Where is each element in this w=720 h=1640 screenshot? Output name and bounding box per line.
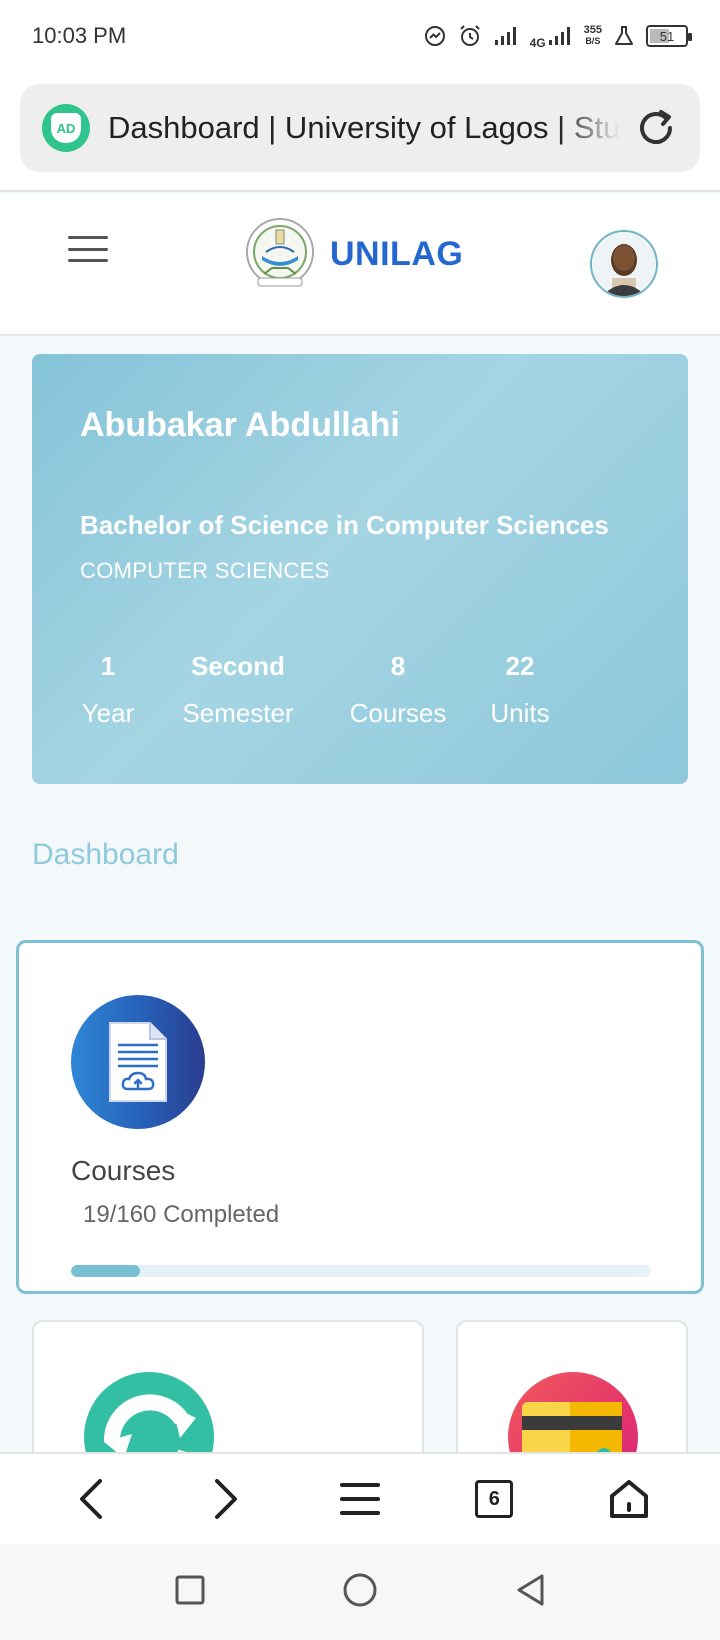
- browser-menu-button[interactable]: [328, 1467, 392, 1531]
- document-upload-icon: [71, 995, 205, 1129]
- home-icon: [609, 1480, 648, 1518]
- academic-stats: 1 Year Second Semester 8 Courses 22 Unit…: [80, 650, 560, 729]
- tabs-button[interactable]: 6: [462, 1467, 526, 1531]
- status-icons: 4G 355 B/S 51: [424, 22, 692, 50]
- courses-progress-fill: [71, 1265, 141, 1277]
- back-icon: [80, 1479, 103, 1519]
- tabs-icon: 6: [475, 1480, 514, 1518]
- student-profile-card: Abubakar Abdullahi Bachelor of Science i…: [32, 354, 688, 784]
- menu-icon: [339, 1483, 380, 1515]
- status-time: 10:03 PM: [32, 23, 127, 48]
- brand-name: UNILAG: [330, 234, 464, 273]
- section-title-dashboard: Dashboard: [32, 838, 179, 871]
- home-circle-icon: [343, 1573, 377, 1606]
- alarm-icon: [458, 24, 482, 48]
- hamburger-line: [68, 236, 108, 239]
- courses-card-title: Courses: [71, 1155, 176, 1186]
- hamburger-line: [68, 247, 108, 251]
- user-photo-icon: [592, 232, 656, 296]
- stat-units: 22 Units: [480, 650, 560, 729]
- forward-button[interactable]: [194, 1467, 258, 1531]
- program-name: Bachelor of Science in Computer Sciences: [80, 510, 609, 540]
- credit-card-icon: [508, 1372, 638, 1458]
- home-button[interactable]: [597, 1467, 661, 1531]
- stat-value: 22: [505, 651, 535, 681]
- forward-icon: [214, 1479, 237, 1519]
- signal-icon: [494, 26, 518, 46]
- menu-button[interactable]: [68, 232, 108, 266]
- battery-level: 51: [659, 28, 675, 44]
- hamburger-line: [68, 259, 108, 262]
- stat-year: 1 Year: [80, 650, 136, 729]
- stat-courses: 8 Courses: [338, 650, 458, 729]
- stat-label: Semester: [182, 698, 294, 728]
- courses-completed-text: 19/160 Completed: [83, 1201, 280, 1228]
- courses-progress-bar: [71, 1265, 651, 1277]
- adblock-label: AD: [51, 113, 81, 143]
- stat-value: 8: [390, 651, 406, 681]
- back-button[interactable]: [59, 1467, 123, 1531]
- status-bar: 10:03 PM 4G 355 B/S 51: [0, 0, 720, 72]
- registration-card[interactable]: [32, 1320, 424, 1460]
- battery-icon: 51: [646, 25, 692, 47]
- courses-card[interactable]: Courses 19/160 Completed: [16, 940, 704, 1294]
- reload-icon: [640, 110, 672, 144]
- stat-label: Year: [81, 698, 135, 728]
- speed-value: 355: [583, 24, 602, 36]
- student-name: Abubakar Abdullahi: [80, 406, 400, 444]
- messenger-icon: [424, 25, 446, 47]
- page-title[interactable]: Dashboard | University of Lagos | Studen…: [108, 110, 620, 146]
- stat-label: Courses: [349, 698, 447, 728]
- system-back-button[interactable]: [514, 1572, 546, 1613]
- stat-semester: Second Semester: [158, 650, 318, 729]
- network-type-label: 4G: [529, 36, 546, 50]
- unilag-logo-icon: [246, 218, 314, 287]
- system-navigation-bar: [0, 1544, 720, 1640]
- stat-value: 1: [100, 651, 116, 681]
- back-triangle-icon: [517, 1574, 544, 1605]
- system-home-button[interactable]: [342, 1572, 378, 1613]
- adblock-shield-icon[interactable]: AD: [42, 104, 90, 152]
- recent-apps-button[interactable]: [174, 1574, 206, 1611]
- recent-apps-icon: [175, 1575, 205, 1604]
- network-speed: 355 B/S: [584, 25, 602, 47]
- lab-flask-icon: [614, 25, 634, 47]
- stat-value: Second: [191, 651, 285, 681]
- browser-address-bar: AD Dashboard | University of Lagos | Stu…: [0, 72, 720, 192]
- sync-refresh-icon: [84, 1372, 214, 1458]
- brand-link[interactable]: UNILAG: [244, 216, 463, 292]
- signal-icon: [548, 26, 572, 46]
- department-name: COMPUTER SCIENCES: [80, 558, 330, 583]
- stat-label: Units: [490, 698, 550, 728]
- payments-card[interactable]: [456, 1320, 688, 1460]
- browser-bottom-nav: 6: [0, 1452, 720, 1544]
- avatar[interactable]: [590, 230, 658, 298]
- address-pill[interactable]: AD Dashboard | University of Lagos | Stu…: [20, 84, 700, 172]
- app-header: UNILAG: [0, 194, 720, 336]
- speed-unit: B/S: [585, 36, 601, 46]
- reload-button[interactable]: [632, 104, 680, 152]
